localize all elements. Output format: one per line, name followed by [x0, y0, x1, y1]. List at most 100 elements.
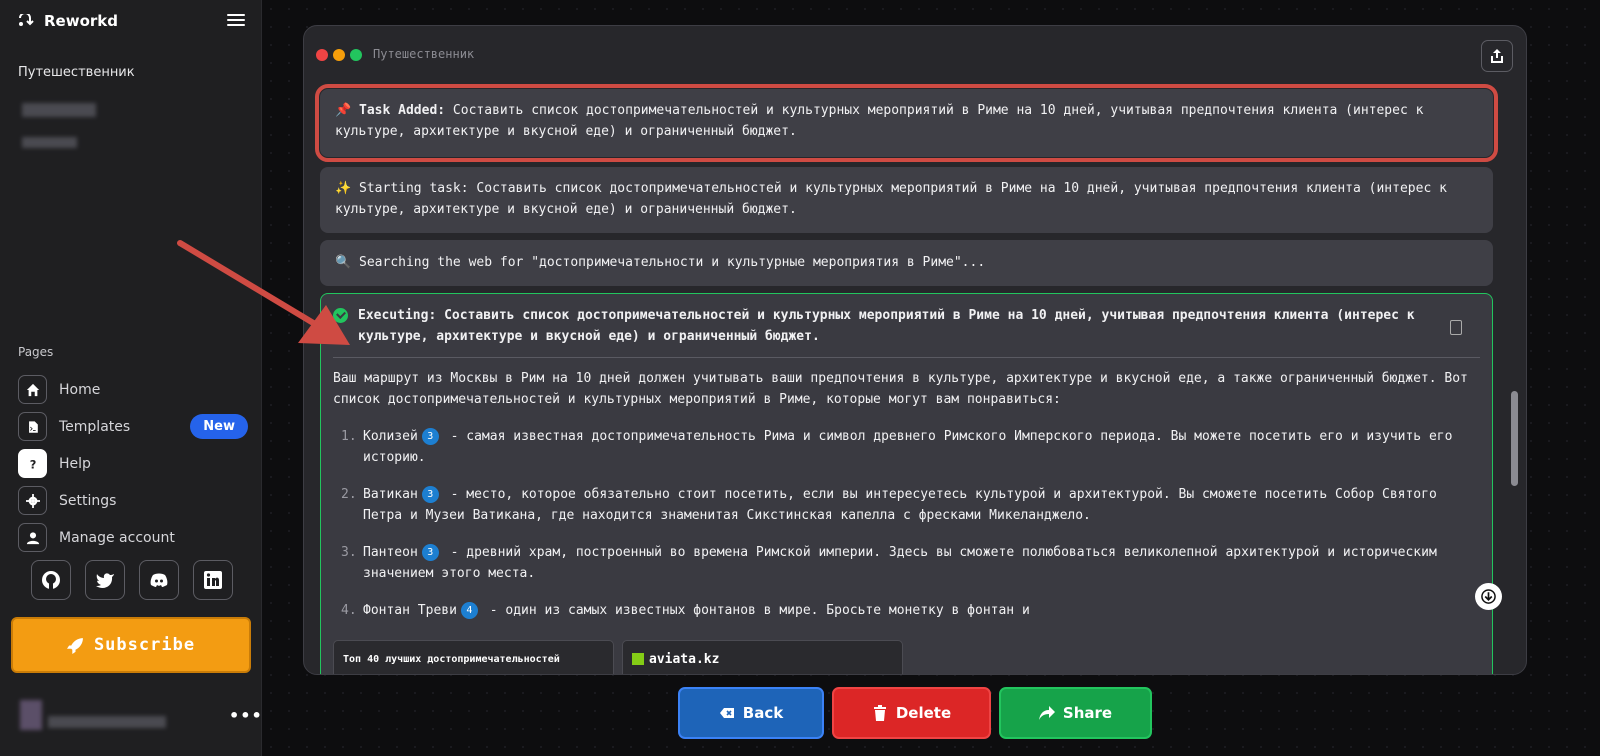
arrow-down-icon	[1481, 589, 1496, 604]
delete-button[interactable]: Delete	[832, 687, 991, 739]
subscribe-label: Subscribe	[93, 635, 196, 655]
sidebar-agent-name[interactable]: Путешественник	[18, 65, 135, 80]
source-card[interactable]: Топ 40 лучших достопримечательностей	[333, 640, 614, 674]
sidebar-item-label: Settings	[59, 492, 117, 509]
list-item: 2. Ватикан 3 - место, которое обязательно…	[333, 484, 1480, 526]
sidebar-item-home[interactable]: Home	[18, 371, 248, 408]
item-text: - один из самых известных фонтанов в мир…	[481, 603, 1030, 618]
gear-icon	[18, 486, 47, 515]
window-dots	[316, 49, 362, 61]
new-badge: New	[190, 414, 248, 439]
starting-task-text: ✨ Starting task: Составить список достоп…	[335, 181, 1447, 217]
help-icon: ?	[18, 449, 47, 478]
blurred-agent-item[interactable]	[22, 103, 96, 117]
item-name: Колизей	[363, 429, 418, 444]
discord-icon[interactable]	[139, 560, 179, 600]
sidebar-item-templates[interactable]: Templates New	[18, 408, 248, 445]
list-number: 4.	[341, 603, 357, 618]
scrollbar-thumb[interactable]	[1511, 391, 1518, 486]
reworkd-logo-icon	[19, 14, 34, 26]
brand-name: Reworkd	[44, 12, 118, 30]
scroll-down-button[interactable]	[1475, 583, 1502, 610]
source-card[interactable]: aviata.kz	[622, 640, 903, 674]
item-name: Фонтан Треви	[363, 603, 457, 618]
github-icon[interactable]	[31, 560, 71, 600]
item-text: - место, которое обязательно стоит посет…	[363, 487, 1437, 523]
annotation-arrow-icon	[177, 240, 350, 345]
sidebar-item-help[interactable]: ? Help	[18, 445, 248, 482]
user-menu-icon[interactable]: •••	[229, 706, 263, 725]
item-name: Ватикан	[363, 487, 418, 502]
searching-text: Searching the web for "достопримечательн…	[359, 255, 986, 270]
sidebar-item-label: Templates	[59, 418, 131, 435]
executing-card: Executing: Составить список достопримеча…	[320, 293, 1493, 674]
delete-label: Delete	[895, 704, 952, 722]
scrollbar[interactable]	[1511, 84, 1518, 664]
sidebar-item-manage-account[interactable]: Manage account	[18, 519, 248, 556]
home-icon	[18, 375, 47, 404]
pin-icon: 📌	[335, 103, 352, 118]
share-label: Share	[1062, 704, 1113, 722]
list-number: 1.	[341, 429, 357, 444]
templates-icon	[18, 412, 47, 441]
sidebar-item-label: Help	[59, 455, 91, 472]
twitter-icon[interactable]	[85, 560, 125, 600]
social-links	[31, 560, 233, 600]
searching-card: 🔍 Searching the web for "достопримечател…	[320, 240, 1493, 286]
share-export-icon	[1491, 49, 1503, 63]
citation-badge[interactable]: 3	[421, 486, 439, 503]
list-item: 3. Пантеон 3 - древний храм, построенный …	[333, 542, 1480, 584]
blurred-agent-item[interactable]	[22, 137, 77, 148]
subscribe-button[interactable]: Subscribe	[11, 617, 251, 673]
trash-icon	[873, 705, 886, 721]
minimize-dot-icon	[333, 49, 345, 61]
list-item: 4. Фонтан Треви 4 - один из самых известн…	[333, 600, 1480, 621]
citation-badge[interactable]: 3	[421, 544, 439, 561]
linkedin-icon[interactable]	[193, 560, 233, 600]
share-arrow-icon	[1038, 706, 1055, 720]
export-button[interactable]	[1481, 40, 1513, 72]
sources-row: Топ 40 лучших достопримечательностей avi…	[333, 640, 903, 674]
maximize-dot-icon	[350, 49, 362, 61]
backspace-icon	[719, 708, 734, 718]
svg-text:?: ?	[29, 457, 36, 471]
item-name: Пантеон	[363, 545, 418, 560]
back-label: Back	[742, 704, 784, 722]
list-number: 2.	[341, 487, 357, 502]
item-text: - самая известная достопримечательность …	[363, 429, 1453, 465]
hamburger-menu-icon[interactable]	[227, 12, 245, 28]
pages-nav: Home Templates New ? Help Settings Manag…	[18, 371, 248, 556]
citation-badge[interactable]: 4	[460, 602, 478, 619]
share-button[interactable]: Share	[999, 687, 1152, 739]
user-icon	[18, 523, 47, 552]
task-added-card: 📌 Task Added: Составить список достоприм…	[315, 84, 1498, 162]
task-added-text: Составить список достопримечательностей …	[335, 103, 1424, 139]
starting-task-card: ✨ Starting task: Составить список достоп…	[320, 167, 1493, 233]
user-avatar[interactable]	[20, 700, 42, 730]
executing-intro: Ваш маршрут из Москвы в Рим на 10 дней д…	[333, 371, 1468, 407]
close-dot-icon	[316, 49, 328, 61]
agent-window: Путешественник 📌 Task Added: Составить с…	[303, 25, 1527, 675]
sidebar-item-label: Manage account	[59, 529, 175, 546]
sidebar-item-label: Home	[59, 381, 101, 398]
executing-title: Executing: Составить список достопримеча…	[358, 308, 1415, 344]
back-button[interactable]: Back	[678, 687, 824, 739]
list-item: 1. Колизей 3 - самая известная достоприме…	[333, 426, 1480, 468]
list-number: 3.	[341, 545, 357, 560]
rocket-icon	[66, 637, 83, 654]
attractions-list: 1. Колизей 3 - самая известная достоприме…	[333, 426, 1480, 621]
source-favicon-icon	[632, 653, 644, 665]
sidebar: Reworkd Путешественник Pages Home Templa…	[0, 0, 262, 756]
citation-badge[interactable]: 3	[421, 428, 439, 445]
sidebar-item-settings[interactable]: Settings	[18, 482, 248, 519]
brand[interactable]: Reworkd	[18, 12, 118, 30]
clipboard-icon[interactable]	[1450, 320, 1462, 335]
divider	[333, 357, 1480, 358]
window-title: Путешественник	[373, 47, 475, 61]
executing-body: Ваш маршрут из Москвы в Рим на 10 дней д…	[333, 368, 1480, 621]
item-text: - древний храм, построенный во времена Р…	[363, 545, 1437, 581]
task-added-prefix: Task Added:	[359, 103, 446, 118]
source-domain: aviata.kz	[649, 652, 720, 667]
executing-header: Executing: Составить список достопримеча…	[333, 305, 1480, 347]
user-name-blurred	[48, 716, 166, 728]
